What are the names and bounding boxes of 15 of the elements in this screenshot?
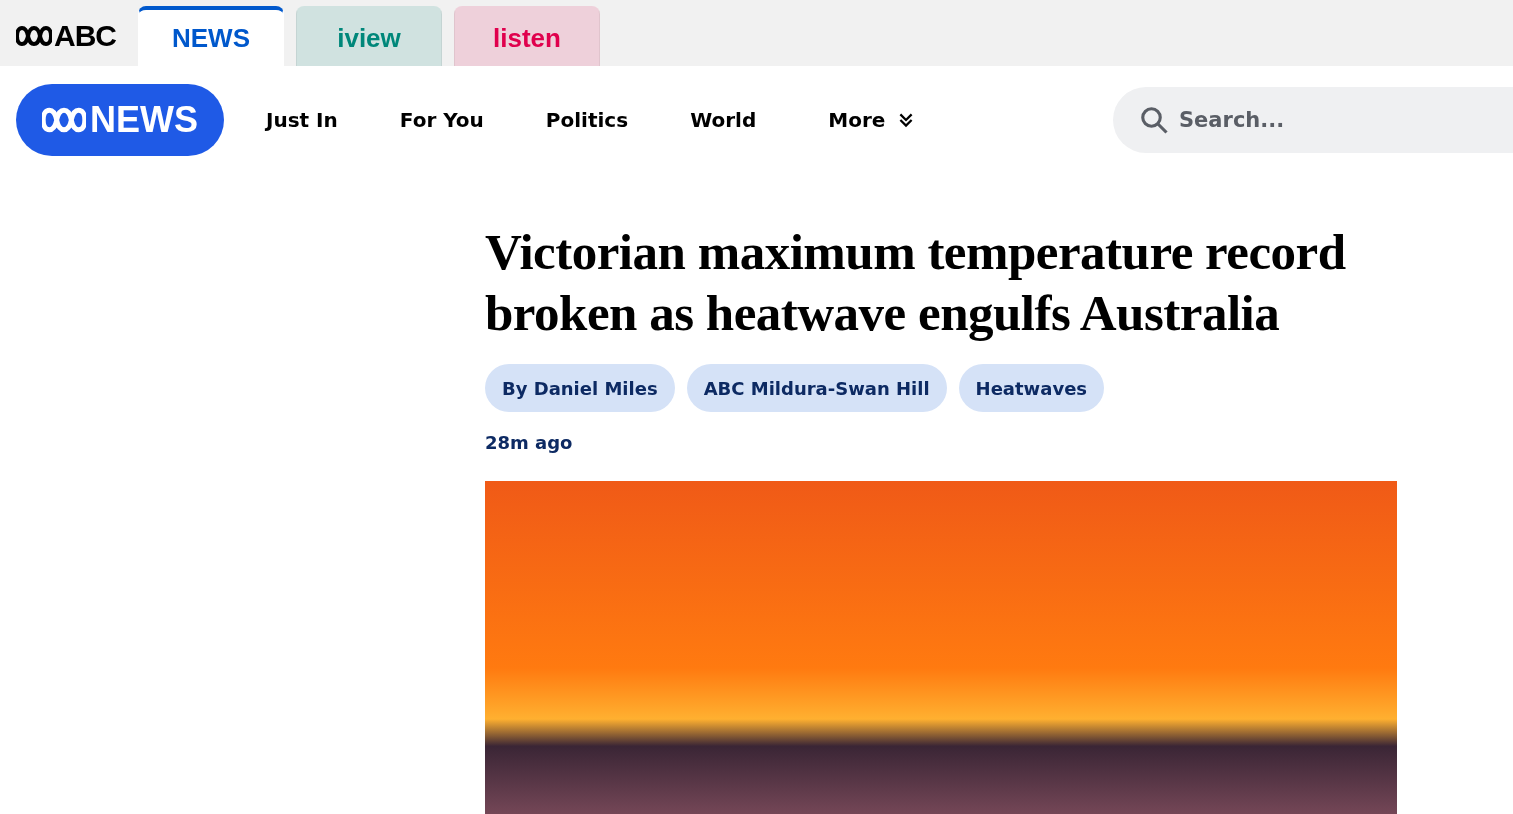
nav-link[interactable]: World: [690, 108, 757, 132]
site-tab[interactable]: NEWS: [138, 6, 284, 66]
nav-link[interactable]: Politics: [545, 108, 629, 132]
more-menu-button[interactable]: More: [828, 108, 916, 132]
tag-pill[interactable]: ABC Mildura-Swan Hill: [686, 364, 947, 412]
ribbon-logo-icon: [16, 24, 52, 48]
timestamp: 28m ago: [485, 432, 574, 453]
abc-logo-text[interactable]: ABC: [54, 19, 116, 53]
article-headline: Victorian maximum temperature record broken as heatwave engulfs Australia: [485, 223, 1347, 343]
tag-pill[interactable]: Heatwaves: [958, 364, 1105, 412]
nav-link[interactable]: For You: [399, 108, 484, 132]
search-field[interactable]: Search...: [1113, 87, 1513, 153]
nav-link[interactable]: Just In: [266, 108, 338, 132]
news-logo[interactable]: NEWS: [16, 84, 224, 156]
tag-pill[interactable]: By Daniel Miles: [485, 364, 675, 412]
